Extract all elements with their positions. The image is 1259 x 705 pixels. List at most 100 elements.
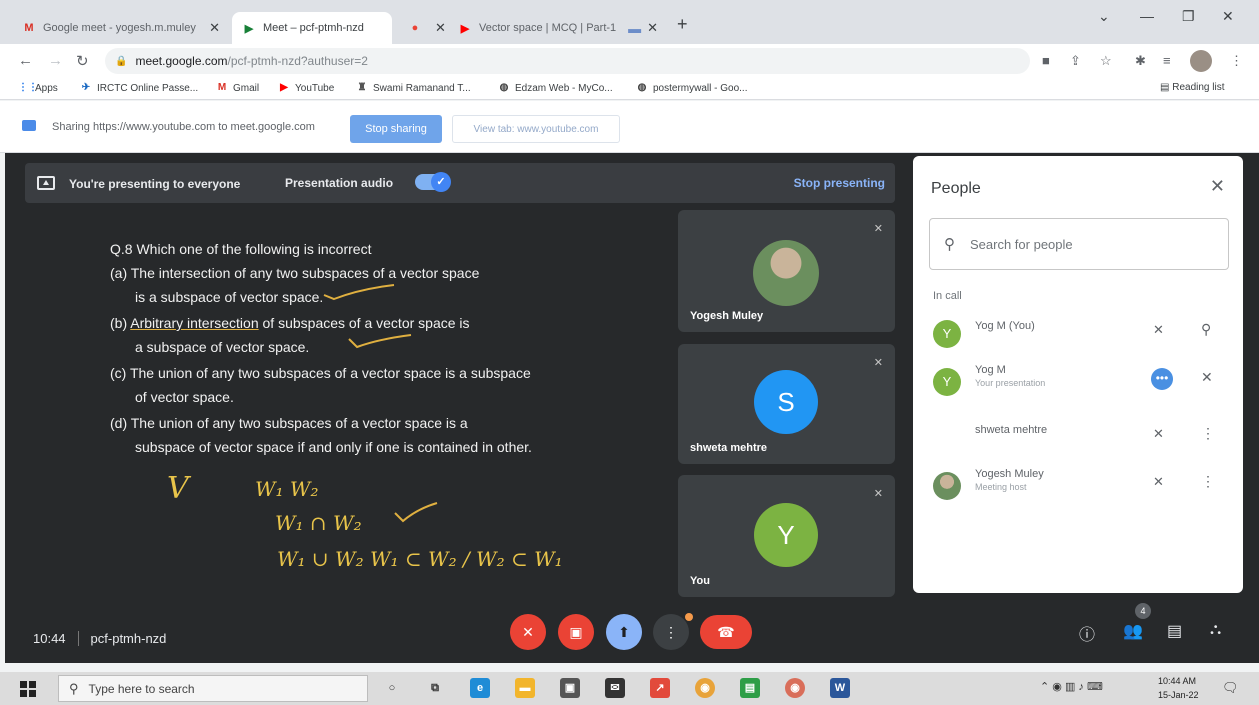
tray-chevron-icon[interactable]: ⌃ xyxy=(1040,681,1049,693)
option-a-line2: is a subspace of vector space. xyxy=(135,289,324,305)
reading-list-button[interactable]: ▤ Reading list xyxy=(1160,82,1225,93)
reload-icon[interactable]: ↻ xyxy=(76,52,89,70)
clock-date: 15-Jan-22 xyxy=(1158,690,1199,700)
close-tab-icon[interactable]: ✕ xyxy=(435,20,446,36)
browser-tab-gmail[interactable]: M Google meet - yogesh.m.muley ✕ xyxy=(12,12,230,44)
word-icon[interactable]: W xyxy=(830,678,850,698)
volume-icon[interactable]: ♪ xyxy=(1078,681,1084,693)
view-tab-button[interactable]: View tab: www.youtube.com xyxy=(452,115,620,143)
minimize-icon[interactable]: — xyxy=(1140,8,1154,24)
chrome-profile-icon[interactable]: ◉ xyxy=(785,678,805,698)
participant-tile-you[interactable]: ✕ Y You xyxy=(678,475,895,597)
participant-row[interactable]: Yogesh Muley Meeting host ✕ ⋮ xyxy=(913,460,1243,510)
app-green-icon[interactable]: ▤ xyxy=(740,678,760,698)
bookmark-irctc[interactable]: ✈ IRCTC Online Passe... xyxy=(80,82,198,94)
tray-app-icon[interactable]: ◉ xyxy=(1052,681,1062,693)
stop-sharing-button[interactable]: Stop sharing xyxy=(350,115,442,143)
close-icon[interactable]: ✕ xyxy=(1210,176,1225,197)
bookmark-label: Gmail xyxy=(233,82,260,94)
bookmark-label: Swami Ramanand T... xyxy=(373,82,471,94)
app-icon[interactable]: ↗ xyxy=(650,678,670,698)
mail-icon[interactable]: ✉ xyxy=(605,678,625,698)
pin-icon[interactable]: ⚲ xyxy=(1201,321,1211,338)
more-options-icon[interactable]: ••• xyxy=(1151,368,1173,390)
close-tab-icon[interactable]: ✕ xyxy=(647,20,658,36)
tab-search-chevron-icon[interactable]: ⌄ xyxy=(1098,8,1110,25)
more-options-button[interactable]: ⋮ xyxy=(653,614,689,650)
chat-icon[interactable]: ▤ xyxy=(1167,621,1182,641)
forward-icon[interactable]: → xyxy=(48,52,63,69)
people-panel-title: People xyxy=(931,180,981,197)
meeting-details-icon[interactable]: ⓘ xyxy=(1079,621,1095,645)
presenting-status: You're presenting to everyone xyxy=(69,177,241,191)
stop-presenting-button[interactable]: Stop presenting xyxy=(794,176,885,190)
participant-name: Yog M xyxy=(975,364,1006,376)
search-icon: ⚲ xyxy=(69,680,79,696)
people-count-badge: 4 xyxy=(1135,603,1151,619)
activities-icon[interactable]: ⛬ xyxy=(1210,621,1221,639)
chrome-menu-icon[interactable]: ⋮ xyxy=(1230,53,1243,69)
globe-icon: ◍ xyxy=(637,82,647,93)
presentation-audio-label: Presentation audio xyxy=(285,176,394,190)
windows-start-icon[interactable] xyxy=(20,681,36,697)
address-bar[interactable]: 🔒 meet.google.com/pcf-ptmh-nzd?authuser=… xyxy=(105,48,1030,74)
participant-row[interactable]: Y Yog M Your presentation ••• ✕ xyxy=(913,356,1243,406)
bookmark-srtmu[interactable]: ♜ Swami Ramanand T... xyxy=(356,82,471,94)
browser-tab-meet[interactable]: ▶ Meet – pcf-ptmh-nzd xyxy=(232,12,392,44)
avatar: Y xyxy=(754,503,818,567)
browser-tab-youtube[interactable]: ▶ Vector space | MCQ | Part-1 ▬ ✕ xyxy=(448,12,668,44)
back-icon[interactable]: ← xyxy=(18,52,33,69)
participant-tile-yogesh[interactable]: ✕ Yogesh Muley xyxy=(678,210,895,332)
keyboard-icon[interactable]: ⌨ xyxy=(1087,681,1103,693)
youtube-favicon-icon: ▶ xyxy=(460,22,470,35)
close-tab-icon[interactable]: ✕ xyxy=(209,20,220,36)
participant-row[interactable]: Y Yog M (You) ✕ ⚲ xyxy=(913,308,1243,358)
youtube-icon: ▶ xyxy=(280,82,288,93)
participant-tile-shweta[interactable]: ✕ S shweta mehtre xyxy=(678,344,895,464)
bookmark-gmail[interactable]: M Gmail xyxy=(216,82,259,94)
phone-hangup-icon: ☎ xyxy=(717,624,735,640)
cortana-icon[interactable]: ○ xyxy=(382,678,402,698)
close-window-icon[interactable]: ✕ xyxy=(1222,8,1234,25)
bookmark-youtube[interactable]: ▶ YouTube xyxy=(278,82,334,94)
chrome-profile-avatar[interactable] xyxy=(1190,50,1212,72)
bookmark-edzam[interactable]: ◍ Edzam Web - MyCo... xyxy=(498,82,613,94)
option-b-line2: a subspace of vector space. xyxy=(135,339,310,355)
extensions-icon[interactable]: ✱ xyxy=(1135,53,1146,69)
search-people-input[interactable] xyxy=(970,233,1210,255)
presentation-audio-toggle[interactable]: ✓ xyxy=(415,172,451,192)
store-icon[interactable]: ▣ xyxy=(560,678,580,698)
mic-toggle-button[interactable]: ✕ xyxy=(510,614,546,650)
bookmark-label: IRCTC Online Passe... xyxy=(97,82,199,94)
participant-row[interactable]: shweta mehtre ✕ ⋮ xyxy=(913,412,1243,462)
bookmark-star-icon[interactable]: ☆ xyxy=(1100,53,1112,69)
bookmark-postermywall[interactable]: ◍ postermywall - Goo... xyxy=(636,82,748,94)
share-icon[interactable]: ⇪ xyxy=(1070,53,1081,69)
more-vert-icon[interactable]: ⋮ xyxy=(1201,425,1215,442)
taskbar-clock[interactable]: 10:44 AM 15-Jan-22 xyxy=(1158,674,1199,702)
media-control-icon[interactable]: ≡ xyxy=(1163,53,1171,68)
restore-icon[interactable]: ❐ xyxy=(1182,8,1195,25)
taskbar-search[interactable]: ⚲ Type here to search xyxy=(58,675,368,702)
camera-in-use-icon[interactable]: ■ xyxy=(1042,53,1050,68)
network-icon[interactable]: ▥ xyxy=(1065,681,1075,693)
avatar xyxy=(933,472,961,500)
browser-tab-recording[interactable]: ● ✕ xyxy=(398,12,446,44)
more-vert-icon[interactable]: ⋮ xyxy=(1201,473,1215,490)
task-view-icon[interactable]: ⧉ xyxy=(425,678,445,698)
new-tab-icon[interactable]: + xyxy=(677,14,688,35)
people-icon[interactable]: 👥 xyxy=(1123,621,1143,641)
handwriting-w1-w2: W₁ W₂ xyxy=(255,477,319,501)
edge-icon[interactable]: e xyxy=(470,678,490,698)
notifications-icon[interactable]: 🗨 xyxy=(1222,680,1239,696)
meeting-info: 10:44 pcf-ptmh-nzd xyxy=(33,631,167,646)
leave-call-button[interactable]: ☎ xyxy=(700,615,752,649)
file-explorer-icon[interactable]: ▬ xyxy=(515,678,535,698)
system-tray[interactable]: ⌃ ◉ ▥ ♪ ⌨ xyxy=(1040,680,1103,693)
people-search[interactable]: ⚲ xyxy=(929,218,1229,270)
chrome-icon[interactable]: ◉ xyxy=(695,678,715,698)
unpin-icon[interactable]: ✕ xyxy=(1201,369,1213,386)
present-button[interactable]: ⬆ xyxy=(606,614,642,650)
bookmark-apps[interactable]: ⋮⋮ Apps xyxy=(18,82,58,94)
camera-toggle-button[interactable]: ▣ xyxy=(558,614,594,650)
